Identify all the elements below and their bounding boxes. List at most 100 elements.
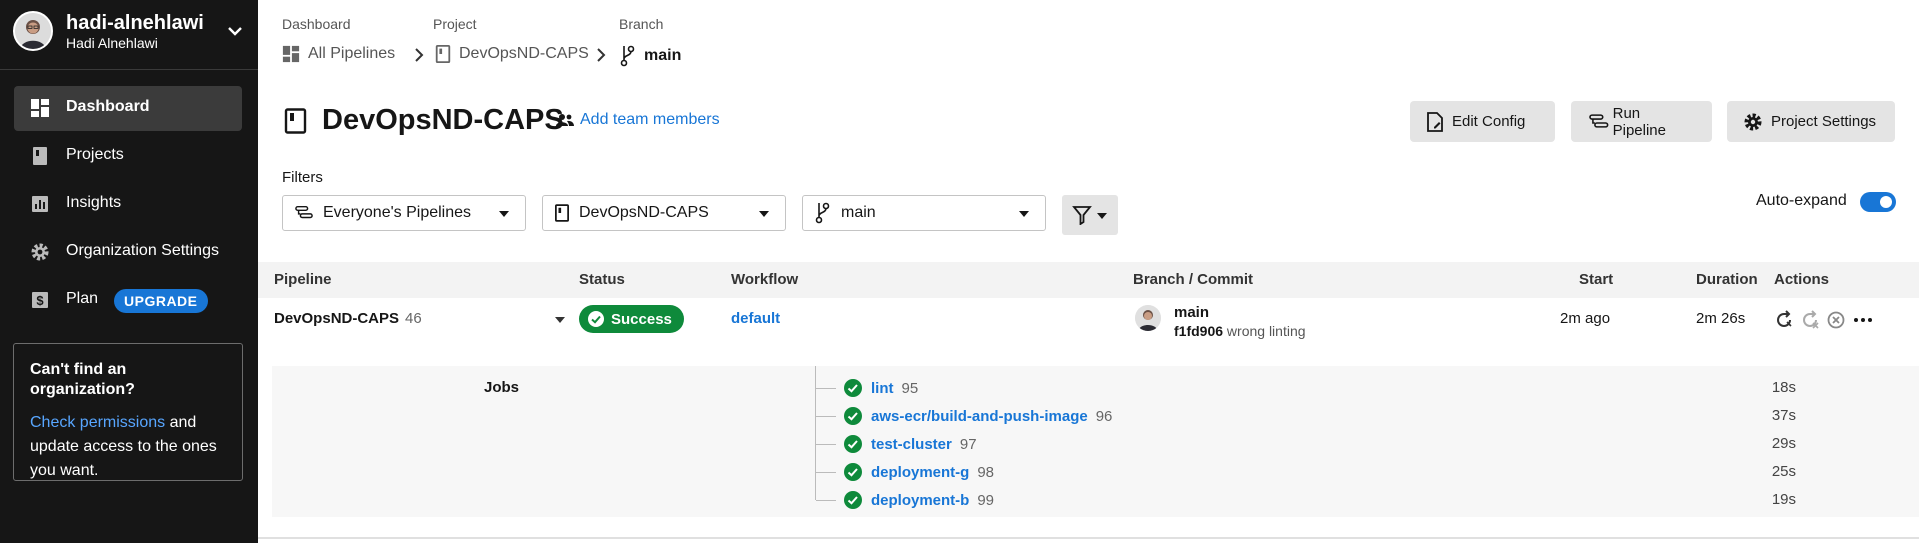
book-icon: [33, 147, 47, 165]
pipelines-filter-value: Everyone's Pipelines: [323, 204, 472, 221]
git-branch-icon: [815, 202, 830, 224]
book-icon: [284, 108, 307, 134]
job-number: 98: [977, 463, 995, 481]
sidebar-item-plan[interactable]: $ Plan UPGRADE: [14, 278, 242, 323]
book-icon: [555, 204, 569, 222]
sidebar: hadi-alnehlawi Hadi Alnehlawi Dashboard …: [0, 0, 258, 543]
more-options-icon[interactable]: [1852, 309, 1874, 331]
rerun-failed-icon[interactable]: [1799, 309, 1821, 331]
dashboard-icon: [282, 45, 300, 63]
edit-config-label: Edit Config: [1452, 113, 1526, 130]
breadcrumb-branch-heading: Branch: [619, 16, 664, 32]
job-number: 95: [901, 379, 919, 397]
list-item: test-cluster 97: [843, 433, 977, 455]
jobs-tree-branch: [816, 388, 836, 389]
sidebar-item-insights[interactable]: Insights: [14, 182, 242, 227]
pipeline-name-text: DevOpsND-CAPS: [274, 310, 400, 327]
breadcrumb-all-pipelines[interactable]: All Pipelines: [282, 45, 395, 63]
file-edit-icon: [1427, 111, 1443, 132]
status-badge[interactable]: Success: [579, 305, 684, 333]
advanced-filter-button[interactable]: [1062, 195, 1118, 235]
breadcrumb-label: DevOpsND-CAPS: [459, 45, 589, 62]
auto-expand-toggle[interactable]: [1860, 192, 1896, 212]
pipeline-start: 2m ago: [1560, 310, 1611, 327]
chevron-right-icon: [415, 48, 424, 62]
svg-text:$: $: [36, 293, 44, 308]
workflow-link[interactable]: default: [731, 310, 780, 327]
commit-hash[interactable]: f1fd906: [1174, 323, 1223, 339]
user-menu[interactable]: hadi-alnehlawi Hadi Alnehlawi: [13, 11, 245, 51]
list-item: deployment-b 99: [843, 489, 994, 511]
column-header-duration: Duration: [1696, 271, 1758, 288]
breadcrumb-dashboard-heading: Dashboard: [282, 16, 351, 32]
breadcrumb-label: All Pipelines: [308, 45, 396, 62]
rerun-icon[interactable]: [1773, 309, 1795, 331]
breadcrumb-label: main: [644, 47, 682, 64]
job-link[interactable]: test-cluster: [871, 436, 952, 453]
column-header-status: Status: [579, 271, 625, 288]
add-team-members-link[interactable]: Add team members: [556, 111, 720, 129]
breadcrumb-project[interactable]: DevOpsND-CAPS: [435, 45, 589, 63]
sidebar-divider: [0, 69, 258, 70]
job-duration: 37s: [1771, 407, 1796, 424]
caret-down-icon: [499, 211, 509, 217]
main-content: Dashboard All Pipelines Project DevOpsND…: [258, 0, 1919, 543]
commit-info: f1fd906 wrong linting: [1174, 323, 1306, 339]
job-link[interactable]: deployment-b: [871, 492, 969, 509]
sidebar-item-label: Insights: [66, 194, 122, 211]
org-card-title: Can't find an organization?: [30, 361, 135, 398]
check-circle-icon: [844, 379, 862, 397]
job-link[interactable]: aws-ecr/build-and-push-image: [871, 408, 1088, 425]
job-number: 97: [959, 435, 977, 453]
cancel-icon[interactable]: [1825, 309, 1847, 331]
breadcrumb-branch[interactable]: main: [620, 45, 681, 67]
chevron-down-icon: [228, 27, 242, 36]
commit-branch[interactable]: main: [1174, 304, 1209, 321]
list-item: deployment-g 98: [843, 461, 994, 483]
project-filter-value: DevOpsND-CAPS: [579, 204, 709, 221]
column-header-workflow: Workflow: [731, 271, 799, 288]
user-handle: hadi-alnehlawi: [66, 12, 204, 34]
filters-label: Filters: [282, 169, 323, 186]
table-row: DevOpsND-CAPS 46 Success default main f1f…: [258, 298, 1919, 360]
org-card-text: Check permissions and update access to t…: [30, 411, 226, 483]
chevron-right-icon: [597, 48, 606, 62]
run-pipeline-button[interactable]: Run Pipeline: [1571, 101, 1712, 142]
column-header-pipeline: Pipeline: [274, 271, 332, 288]
job-duration: 25s: [1771, 463, 1796, 480]
check-circle-icon: [844, 463, 862, 481]
check-circle-icon: [588, 311, 604, 327]
project-settings-button[interactable]: Project Settings: [1727, 101, 1895, 142]
column-header-branch-commit: Branch / Commit: [1133, 271, 1254, 288]
sidebar-item-projects[interactable]: Projects: [14, 134, 242, 179]
check-circle-icon: [844, 491, 862, 509]
jobs-tree-branch: [816, 444, 836, 445]
breadcrumb-project-heading: Project: [433, 16, 477, 32]
pipelines-filter-select[interactable]: Everyone's Pipelines: [282, 195, 526, 231]
user-avatar: [13, 11, 53, 51]
list-item: aws-ecr/build-and-push-image 96: [843, 405, 1112, 427]
project-settings-label: Project Settings: [1771, 113, 1877, 130]
project-filter-select[interactable]: DevOpsND-CAPS: [542, 195, 786, 231]
sidebar-item-label: Dashboard: [66, 98, 150, 115]
sidebar-item-dashboard[interactable]: Dashboard: [14, 86, 242, 131]
sidebar-item-organization-settings[interactable]: Organization Settings: [14, 230, 242, 275]
git-branch-icon: [620, 45, 635, 67]
branch-filter-select[interactable]: main: [802, 195, 1046, 231]
caret-down-icon: [1019, 211, 1029, 217]
filter-icon: [1072, 206, 1092, 225]
upgrade-badge[interactable]: UPGRADE: [114, 289, 208, 313]
collapse-row-toggle[interactable]: [555, 317, 565, 323]
pipeline-name[interactable]: DevOpsND-CAPS 46: [274, 310, 422, 327]
job-link[interactable]: deployment-g: [871, 464, 969, 481]
branch-filter-value: main: [841, 204, 876, 221]
sidebar-item-label: Projects: [66, 146, 124, 163]
jobs-tree-branch: [816, 472, 836, 473]
caret-down-icon: [1097, 213, 1107, 219]
check-permissions-link[interactable]: Check permissions: [30, 414, 165, 431]
jobs-panel: Jobs lint 95 18s aws-ecr/build-and-push-…: [272, 366, 1919, 517]
edit-config-button[interactable]: Edit Config: [1410, 101, 1555, 142]
run-pipeline-icon: [1589, 113, 1609, 128]
job-duration: 19s: [1771, 491, 1796, 508]
job-link[interactable]: lint: [871, 380, 894, 397]
